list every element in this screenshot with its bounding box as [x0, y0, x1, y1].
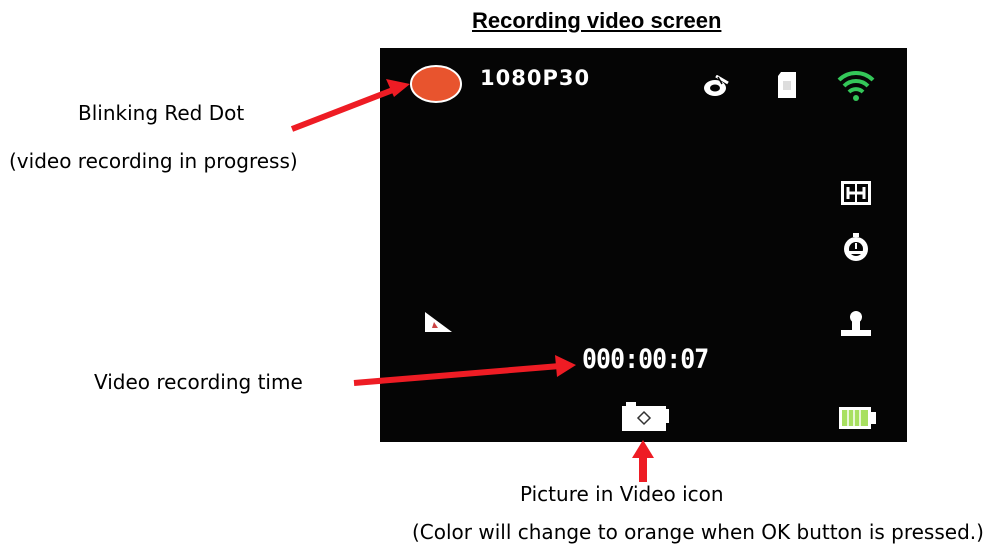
red-dot-arrow — [290, 79, 410, 132]
piv-icon-arrow — [632, 440, 654, 482]
annotation-arrows — [290, 79, 654, 482]
recording-time-arrow — [353, 355, 576, 386]
